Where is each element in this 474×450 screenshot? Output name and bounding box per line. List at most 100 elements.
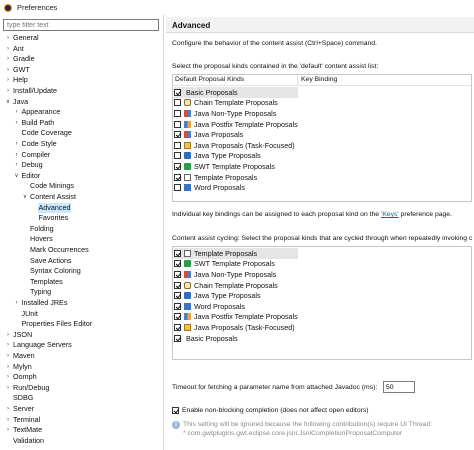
proposal-row[interactable]: Basic Proposals bbox=[174, 87, 298, 98]
chevron-right-icon[interactable]: › bbox=[4, 383, 12, 394]
chevron-right-icon[interactable]: › bbox=[4, 65, 12, 76]
tree-item[interactable]: SDBG bbox=[4, 393, 34, 404]
proposal-row[interactable]: Word Proposals bbox=[174, 182, 245, 193]
proposal-checkbox[interactable] bbox=[174, 260, 181, 268]
nonblocking-option[interactable]: Enable non-blocking completion (does not… bbox=[172, 407, 369, 414]
proposal-row[interactable]: Template Proposals bbox=[174, 172, 257, 183]
proposal-row[interactable]: Java Type Proposals bbox=[174, 290, 261, 301]
proposal-checkbox[interactable] bbox=[174, 184, 181, 192]
tree-item[interactable]: › Terminal bbox=[4, 415, 41, 426]
chevron-down-icon[interactable]: ∨ bbox=[13, 171, 21, 182]
chevron-right-icon[interactable]: › bbox=[4, 33, 12, 44]
tree-item[interactable]: Syntax Coloring bbox=[21, 266, 82, 277]
tree-item[interactable]: › General bbox=[4, 33, 40, 44]
tree-item[interactable]: › Debug bbox=[13, 160, 44, 171]
tree-item[interactable]: › Help bbox=[4, 75, 29, 86]
proposal-checkbox[interactable] bbox=[174, 88, 181, 96]
chevron-right-icon[interactable]: › bbox=[4, 362, 12, 373]
chevron-right-icon[interactable]: › bbox=[13, 298, 21, 309]
cycling-proposals-table[interactable]: Template Proposals SWT Template Proposals… bbox=[172, 246, 472, 360]
tree-item[interactable]: › Appearance bbox=[13, 107, 62, 118]
chevron-right-icon[interactable]: › bbox=[4, 44, 12, 55]
chevron-right-icon[interactable]: › bbox=[4, 86, 12, 97]
chevron-right-icon[interactable]: › bbox=[4, 415, 12, 426]
proposal-row[interactable]: Java Postfix Template Proposals bbox=[174, 312, 298, 323]
proposal-row[interactable]: Basic Proposals bbox=[174, 333, 238, 344]
proposal-checkbox[interactable] bbox=[174, 162, 181, 170]
tree-item[interactable]: Mark Occurrences bbox=[21, 245, 90, 256]
proposal-checkbox[interactable] bbox=[174, 109, 181, 117]
tree-item[interactable]: ∨ Content Assist bbox=[21, 192, 77, 203]
tree-item[interactable]: Folding bbox=[21, 224, 55, 235]
proposal-checkbox[interactable] bbox=[174, 323, 181, 331]
tree-item[interactable]: › Language Servers bbox=[4, 340, 73, 351]
chevron-down-icon[interactable]: ∨ bbox=[21, 192, 29, 203]
chevron-right-icon[interactable]: › bbox=[13, 139, 21, 150]
proposal-row[interactable]: Chain Template Proposals bbox=[174, 280, 278, 291]
tree-item[interactable]: › Server bbox=[4, 404, 35, 415]
proposal-row[interactable]: Java Proposals (Task-Focused) bbox=[174, 140, 295, 151]
proposal-checkbox[interactable] bbox=[174, 281, 181, 289]
tree-item[interactable]: Save Actions bbox=[21, 256, 73, 267]
tree-item[interactable]: Code Coverage bbox=[13, 128, 73, 139]
proposal-checkbox[interactable] bbox=[174, 173, 181, 181]
proposal-checkbox[interactable] bbox=[174, 131, 181, 139]
proposal-row[interactable]: SWT Template Proposals bbox=[174, 259, 275, 270]
tree-item[interactable]: Typing bbox=[21, 287, 52, 298]
proposal-checkbox[interactable] bbox=[174, 302, 181, 310]
timeout-input[interactable] bbox=[383, 381, 415, 393]
tree-item[interactable]: ∨ Java bbox=[4, 97, 29, 108]
proposal-checkbox[interactable] bbox=[174, 334, 181, 342]
chevron-right-icon[interactable]: › bbox=[4, 340, 12, 351]
proposal-row[interactable]: Java Postfix Template Proposals bbox=[174, 119, 298, 130]
proposal-row[interactable]: Word Proposals bbox=[174, 301, 245, 312]
tree-item[interactable]: Code Minings bbox=[21, 181, 75, 192]
chevron-right-icon[interactable]: › bbox=[4, 54, 12, 65]
proposal-row[interactable]: SWT Template Proposals bbox=[174, 161, 275, 172]
chevron-down-icon[interactable]: ∨ bbox=[4, 97, 12, 108]
chevron-right-icon[interactable]: › bbox=[4, 372, 12, 383]
keys-link[interactable]: 'Keys' bbox=[381, 211, 399, 218]
tree-item[interactable]: Advanced bbox=[30, 202, 72, 214]
proposal-row[interactable]: Chain Template Proposals bbox=[174, 98, 278, 109]
tree-item[interactable]: Validation bbox=[4, 436, 45, 447]
proposal-checkbox[interactable] bbox=[174, 152, 181, 160]
proposal-row[interactable]: Java Proposals bbox=[174, 129, 243, 140]
preference-tree[interactable]: › General › Ant › Gradle › GWT › Help › Install/Upd… bbox=[0, 33, 163, 450]
tree-item[interactable]: › Build Path bbox=[13, 118, 56, 129]
filter-input[interactable] bbox=[3, 19, 159, 31]
tree-item[interactable]: › Maven bbox=[4, 351, 36, 362]
proposal-checkbox[interactable] bbox=[174, 270, 181, 278]
proposal-checkbox[interactable] bbox=[174, 99, 181, 107]
tree-item[interactable]: Hovers bbox=[21, 234, 54, 245]
proposal-checkbox[interactable] bbox=[174, 249, 181, 257]
proposal-row[interactable]: Java Type Proposals bbox=[174, 151, 261, 162]
tree-item[interactable]: ∨ Editor bbox=[13, 171, 42, 182]
chevron-right-icon[interactable]: › bbox=[4, 351, 12, 362]
chevron-right-icon[interactable]: › bbox=[4, 330, 12, 341]
tree-item[interactable]: › GWT bbox=[4, 65, 31, 76]
chevron-right-icon[interactable]: › bbox=[13, 160, 21, 171]
chevron-right-icon[interactable]: › bbox=[4, 425, 12, 436]
panel-divider[interactable] bbox=[163, 15, 164, 450]
proposal-checkbox[interactable] bbox=[174, 313, 181, 321]
proposal-row[interactable]: Template Proposals bbox=[174, 248, 298, 259]
chevron-right-icon[interactable]: › bbox=[13, 150, 21, 161]
chevron-right-icon[interactable]: › bbox=[13, 118, 21, 129]
chevron-right-icon[interactable]: › bbox=[4, 75, 12, 86]
tree-item[interactable]: › Installed JREs bbox=[13, 298, 69, 309]
tree-item[interactable]: JUnit bbox=[13, 309, 39, 320]
tree-item[interactable]: Templates bbox=[21, 277, 64, 288]
proposal-checkbox[interactable] bbox=[174, 120, 181, 128]
proposal-row[interactable]: Java Non-Type Proposals bbox=[174, 269, 276, 280]
tree-item[interactable]: › Ant bbox=[4, 44, 25, 55]
column-header-key-binding[interactable]: Key Binding bbox=[301, 76, 337, 83]
proposal-row[interactable]: Java Proposals (Task-Focused) bbox=[174, 322, 295, 333]
proposal-checkbox[interactable] bbox=[174, 292, 181, 300]
nonblocking-checkbox[interactable] bbox=[172, 407, 179, 414]
tree-item[interactable]: › Gradle bbox=[4, 54, 36, 65]
default-proposals-table[interactable]: Default Proposal Kinds Key Binding Basic… bbox=[172, 74, 472, 202]
tree-item[interactable]: › Install/Update bbox=[4, 86, 58, 97]
tree-item[interactable]: › TextMate bbox=[4, 425, 43, 436]
chevron-right-icon[interactable]: › bbox=[4, 404, 12, 415]
